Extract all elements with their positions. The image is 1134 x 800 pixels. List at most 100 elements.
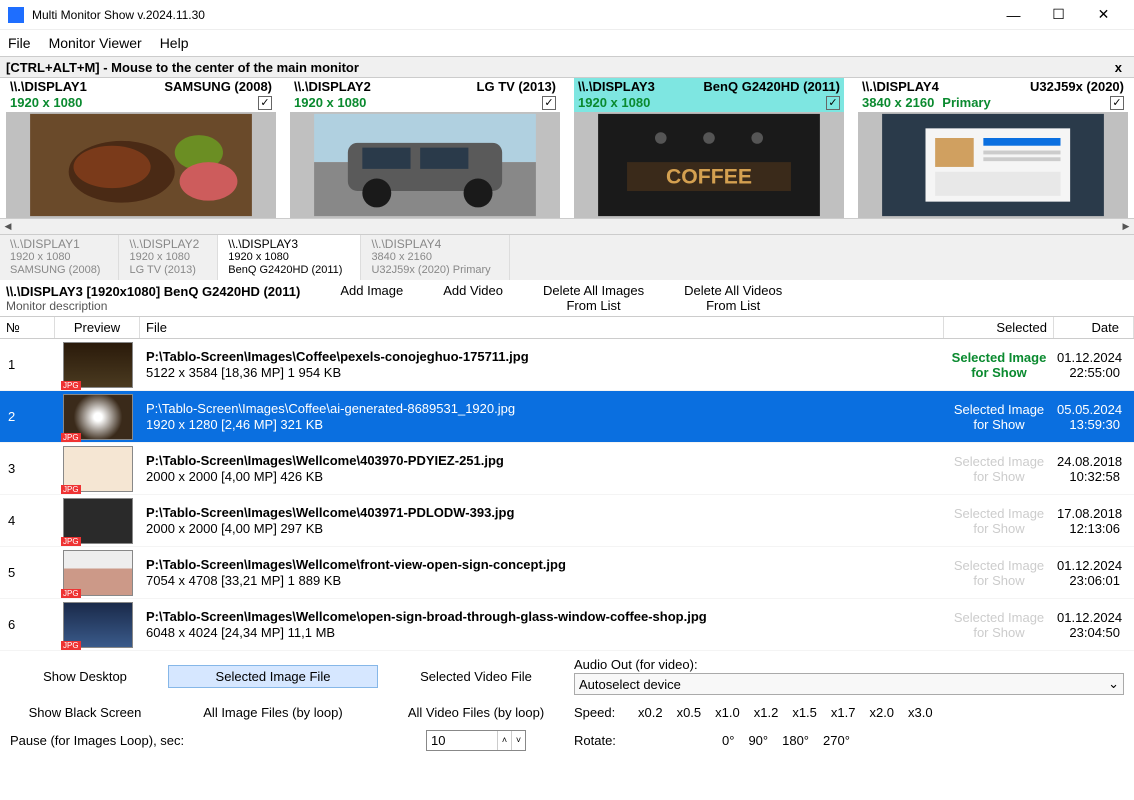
monitor-name: \\.\DISPLAY2 — [294, 79, 371, 94]
monitor-name: \\.\DISPLAY1 — [10, 79, 87, 94]
monitor-thumb-car — [290, 112, 560, 218]
monitor-checkbox[interactable]: ✓ — [542, 96, 556, 110]
speed-option[interactable]: x0.5 — [677, 705, 702, 720]
speed-label: Speed: — [574, 705, 624, 720]
monitor-resolution: 3840 x 2160 — [862, 95, 934, 110]
pause-input[interactable] — [427, 731, 497, 750]
instruction-close-button[interactable]: x — [1109, 60, 1128, 75]
chevron-down-icon: ⌄ — [1108, 676, 1119, 692]
footer: Show Desktop Selected Image File Selecte… — [0, 651, 1134, 757]
scroll-right-arrow[interactable]: ▶ — [1118, 221, 1134, 232]
tab-display4[interactable]: \\.\DISPLAY4 3840 x 2160 U32J59x (2020) … — [361, 235, 509, 280]
close-button[interactable]: ✕ — [1081, 0, 1126, 30]
monitor-checkbox[interactable]: ✓ — [1110, 96, 1124, 110]
add-image-button[interactable]: Add Image — [340, 283, 403, 313]
monitor-resolution: 1920 x 1080 — [578, 95, 650, 110]
menu-file[interactable]: File — [8, 35, 31, 51]
col-date[interactable]: Date — [1054, 317, 1134, 338]
speed-option[interactable]: x2.0 — [869, 705, 894, 720]
col-file[interactable]: File — [140, 317, 944, 338]
monitors-scrollbar[interactable]: ◀ ▶ — [0, 218, 1134, 235]
monitor-thumb-desktop — [858, 112, 1128, 218]
menubar: File Monitor Viewer Help — [0, 30, 1134, 56]
speed-option[interactable]: x1.2 — [754, 705, 779, 720]
spin-down-icon[interactable]: ˅ — [511, 731, 525, 750]
instruction-bar: [CTRL+ALT+M] - Mouse to the center of th… — [0, 56, 1134, 78]
jpg-badge: JPG — [61, 485, 81, 494]
file-row[interactable]: 2 JPG P:\Tablo-Screen\Images\Coffee\ai-g… — [0, 391, 1134, 443]
tab-display3[interactable]: \\.\DISPLAY3 1920 x 1080 BenQ G2420HD (2… — [218, 235, 361, 280]
add-video-button[interactable]: Add Video — [443, 283, 503, 313]
selected-video-file-button[interactable]: Selected Video File — [386, 665, 566, 688]
scroll-left-arrow[interactable]: ◀ — [0, 221, 16, 232]
audio-out-select[interactable]: Autoselect device⌄ — [574, 673, 1124, 695]
rotate-option[interactable]: 90° — [748, 733, 768, 748]
monitor-resolution: 1920 x 1080 — [10, 95, 82, 110]
svg-text:COFFEE: COFFEE — [666, 165, 752, 188]
monitor-card-4[interactable]: \\.\DISPLAY4 U32J59x (2020) 3840 x 2160 Pr… — [858, 78, 1128, 218]
monitor-name: \\.\DISPLAY4 — [862, 79, 939, 94]
file-row[interactable]: 5 JPG P:\Tablo-Screen\Images\Wellcome\fr… — [0, 547, 1134, 599]
rotate-option[interactable]: 270° — [823, 733, 850, 748]
jpg-badge: JPG — [61, 433, 81, 442]
monitor-card-3[interactable]: \\.\DISPLAY3 BenQ G2420HD (2011) 1920 x 1… — [574, 78, 844, 218]
all-video-files-button[interactable]: All Video Files (by loop) — [386, 701, 566, 724]
description-bar: \\.\DISPLAY3 [1920x1080] BenQ G2420HD (2… — [0, 280, 1134, 316]
file-list: 1 JPG P:\Tablo-Screen\Images\Coffee\pexe… — [0, 339, 1134, 651]
col-preview[interactable]: Preview — [55, 317, 140, 338]
file-row[interactable]: 6 JPG P:\Tablo-Screen\Images\Wellcome\op… — [0, 599, 1134, 651]
minimize-button[interactable]: — — [991, 0, 1036, 30]
menu-monitor-viewer[interactable]: Monitor Viewer — [49, 35, 142, 51]
app-icon — [8, 7, 24, 23]
selected-image-file-button[interactable]: Selected Image File — [168, 665, 378, 688]
monitors-strip: \\.\DISPLAY1SAMSUNG (2008) 1920 x 1080✓ … — [0, 78, 1134, 218]
speed-option[interactable]: x1.7 — [831, 705, 856, 720]
monitor-thumb-steak — [6, 112, 276, 218]
monitor-thumb-coffee: COFFEE — [574, 112, 844, 218]
instruction-text: [CTRL+ALT+M] - Mouse to the center of th… — [6, 60, 359, 75]
monitor-card-2[interactable]: \\.\DISPLAY2LG TV (2013) 1920 x 1080✓ — [290, 78, 560, 218]
window-title: Multi Monitor Show v.2024.11.30 — [32, 8, 991, 22]
list-header: № Preview File Selected Date — [0, 316, 1134, 339]
rotate-option[interactable]: 180° — [782, 733, 809, 748]
delete-images-button[interactable]: Delete All ImagesFrom List — [543, 283, 644, 313]
rotate-label: Rotate: — [574, 733, 624, 748]
titlebar: Multi Monitor Show v.2024.11.30 — ☐ ✕ — [0, 0, 1134, 30]
monitor-tabs: \\.\DISPLAY1 1920 x 1080 SAMSUNG (2008) … — [0, 235, 1134, 280]
col-selected[interactable]: Selected — [944, 317, 1054, 338]
file-row[interactable]: 1 JPG P:\Tablo-Screen\Images\Coffee\pexe… — [0, 339, 1134, 391]
monitor-model: BenQ G2420HD (2011) — [703, 79, 840, 94]
delete-videos-button[interactable]: Delete All VideosFrom List — [684, 283, 782, 313]
pause-spinner[interactable]: ˄˅ — [426, 730, 526, 751]
audio-out-label: Audio Out (for video): — [574, 657, 1124, 672]
monitor-model: SAMSUNG (2008) — [164, 79, 272, 94]
pause-label: Pause (for Images Loop), sec: — [10, 733, 184, 748]
desc-sub: Monitor description — [6, 299, 300, 313]
file-row[interactable]: 4 JPG P:\Tablo-Screen\Images\Wellcome\40… — [0, 495, 1134, 547]
menu-help[interactable]: Help — [160, 35, 189, 51]
monitor-resolution: 1920 x 1080 — [294, 95, 366, 110]
spin-up-icon[interactable]: ˄ — [497, 731, 511, 750]
jpg-badge: JPG — [61, 537, 81, 546]
show-desktop-button[interactable]: Show Desktop — [10, 665, 160, 688]
monitor-model: U32J59x (2020) — [1030, 79, 1124, 94]
speed-option[interactable]: x3.0 — [908, 705, 933, 720]
all-image-files-button[interactable]: All Image Files (by loop) — [168, 701, 378, 724]
rotate-option[interactable]: 0° — [722, 733, 734, 748]
speed-option[interactable]: x0.2 — [638, 705, 663, 720]
tab-display1[interactable]: \\.\DISPLAY1 1920 x 1080 SAMSUNG (2008) — [0, 235, 119, 280]
file-row[interactable]: 3 JPG P:\Tablo-Screen\Images\Wellcome\40… — [0, 443, 1134, 495]
jpg-badge: JPG — [61, 381, 81, 390]
monitor-primary-label: Primary — [942, 95, 990, 110]
maximize-button[interactable]: ☐ — [1036, 0, 1081, 30]
tab-display2[interactable]: \\.\DISPLAY2 1920 x 1080 LG TV (2013) — [119, 235, 218, 280]
col-number[interactable]: № — [0, 317, 55, 338]
monitor-card-1[interactable]: \\.\DISPLAY1 SAMSUNG (2008) 1920 x 1080 ✓ — [6, 78, 276, 218]
speed-option[interactable]: x1.0 — [715, 705, 740, 720]
desc-title: \\.\DISPLAY3 [1920x1080] BenQ G2420HD (2… — [6, 284, 300, 299]
monitor-name: \\.\DISPLAY3 — [578, 79, 655, 94]
monitor-checkbox[interactable]: ✓ — [826, 96, 840, 110]
monitor-checkbox[interactable]: ✓ — [258, 96, 272, 110]
speed-option[interactable]: x1.5 — [792, 705, 817, 720]
show-black-screen-button[interactable]: Show Black Screen — [10, 701, 160, 724]
